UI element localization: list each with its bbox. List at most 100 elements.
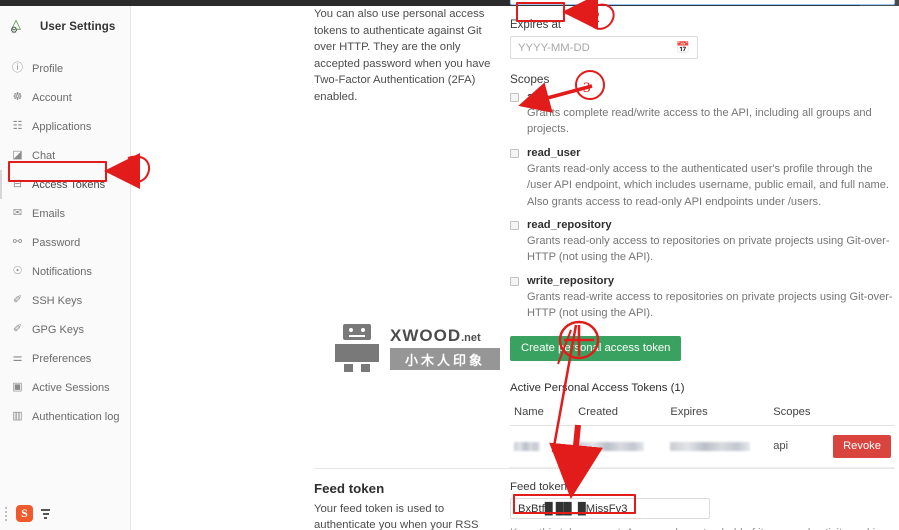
- checkbox-api[interactable]: [510, 93, 519, 102]
- calendar-icon[interactable]: 📅: [676, 41, 690, 54]
- gitlab-logo-icon: △ ⚙: [10, 16, 21, 35]
- scope-name: read_repository: [527, 219, 612, 232]
- feed-token-label: Feed token: [510, 481, 567, 493]
- sidebar-item-label: Preferences: [32, 352, 92, 365]
- sidebar-item-chat[interactable]: ◪ Chat: [0, 141, 130, 170]
- cell-token-name: [510, 425, 575, 468]
- user-circle-icon: ⓘ: [12, 62, 23, 74]
- sidebar-item-access-tokens[interactable]: ⊟ Access Tokens: [0, 170, 130, 199]
- table-row: api Revoke: [510, 425, 895, 468]
- key-card-icon: ⊟: [12, 178, 23, 190]
- lock-icon: ⚯: [12, 236, 23, 248]
- column-header-expires: Expires: [666, 400, 770, 426]
- sidebar-item-gpg-keys[interactable]: ✐ GPG Keys: [0, 315, 130, 344]
- watermark-brand: XWOOD.net: [390, 326, 481, 345]
- sidebar-item-label: Active Sessions: [32, 381, 110, 394]
- menu-icon[interactable]: [41, 508, 50, 519]
- watermark: XWOOD.net 小木人印象: [328, 314, 503, 384]
- chat-bubble-icon: ◪: [12, 149, 23, 161]
- sidebar-item-label: SSH Keys: [32, 294, 83, 307]
- column-header-created: Created: [574, 400, 667, 426]
- active-tokens-table: Name Created Expires Scopes api Revoke: [510, 400, 895, 468]
- redacted-value: [670, 441, 751, 451]
- grid-apps-icon: ☷: [12, 120, 23, 132]
- cell-token-created: [574, 425, 667, 468]
- expires-at-placeholder: YYYY-MM-DD: [518, 41, 590, 54]
- expires-at-input[interactable]: YYYY-MM-DD 📅: [510, 36, 698, 59]
- scope-description: Grants read-only access to the authentic…: [527, 162, 889, 208]
- scope-name: read_user: [527, 146, 581, 159]
- feed-token-note: Keep this token secret. Anyone who gets …: [510, 526, 899, 530]
- sidebar-item-active-sessions[interactable]: ▣ Active Sessions: [0, 373, 130, 402]
- snipaste-s-icon[interactable]: S: [16, 505, 33, 522]
- sidebar: △ ⚙ User Settings ⓘ Profile ☸ Account ☷ A…: [0, 6, 131, 530]
- feed-token-heading: Feed token: [314, 481, 385, 496]
- sidebar-item-label: Profile: [32, 62, 64, 75]
- redacted-value: [578, 441, 645, 451]
- bell-icon: ☉: [12, 265, 23, 277]
- feed-token-column: Feed token BxBtf█ ██_█MissFv3 Keep this …: [510, 481, 899, 530]
- scope-row-api[interactable]: api Grants complete read/write access to…: [510, 91, 895, 138]
- token-name-input[interactable]: 张三: [510, 0, 895, 5]
- drag-handle-icon[interactable]: [4, 505, 8, 522]
- sidebar-item-profile[interactable]: ⓘ Profile: [0, 54, 130, 83]
- sidebar-item-authentication-log[interactable]: ▥ Authentication log: [0, 402, 130, 431]
- sidebar-item-ssh-keys[interactable]: ✐ SSH Keys: [0, 286, 130, 315]
- sidebar-item-emails[interactable]: ✉ Emails: [0, 199, 130, 228]
- scope-row-write-repository[interactable]: write_repository Grants read-write acces…: [510, 275, 895, 322]
- scope-row-read-repository[interactable]: read_repository Grants read-only access …: [510, 219, 895, 266]
- scope-row-read-user[interactable]: read_user Grants read-only access to the…: [510, 147, 895, 210]
- sidebar-item-label: Authentication log: [32, 410, 120, 423]
- redacted-value: [514, 441, 540, 451]
- sidebar-item-applications[interactable]: ☷ Applications: [0, 112, 130, 141]
- book-icon: ▥: [12, 410, 23, 422]
- scope-description: Grants read-write access to repositories…: [527, 290, 893, 320]
- sidebar-header: △ ⚙ User Settings: [0, 6, 130, 52]
- create-personal-access-token-button[interactable]: Create personal access token: [510, 335, 682, 361]
- feed-token-input[interactable]: BxBtf█ ██_█MissFv3: [510, 498, 710, 519]
- revoke-button[interactable]: Revoke: [833, 434, 891, 458]
- expires-at-label: Expires at: [510, 19, 562, 31]
- main-content: You can also use personal access tokens …: [131, 0, 899, 530]
- scope-description: Grants read-only access to repositories …: [527, 235, 890, 264]
- intro-paragraph: You can also use personal access tokens …: [314, 8, 491, 103]
- sidebar-item-label: Access Tokens: [32, 178, 106, 191]
- scope-name: api: [527, 91, 544, 103]
- scope-name: write_repository: [527, 274, 615, 287]
- active-tokens-heading: Active Personal Access Tokens (1): [510, 381, 685, 394]
- sidebar-item-label: GPG Keys: [32, 323, 84, 336]
- cell-token-action: Revoke: [829, 425, 895, 468]
- checkbox-read-repository[interactable]: [510, 221, 519, 231]
- scope-description: Grants complete read/write access to the…: [527, 107, 872, 136]
- sidebar-item-label: Chat: [32, 149, 56, 162]
- sidebar-item-account[interactable]: ☸ Account: [0, 83, 130, 112]
- sidebar-item-label: Emails: [32, 207, 66, 220]
- sidebar-title: User Settings: [40, 21, 116, 33]
- sliders-icon: ⚌: [12, 352, 23, 364]
- capture-toolbar[interactable]: S: [4, 505, 50, 522]
- column-header-actions: [829, 400, 895, 426]
- sidebar-item-password[interactable]: ⚯ Password: [0, 228, 130, 257]
- token-form-column: 张三 Expires at YYYY-MM-DD 📅 Scopes api Gr…: [510, 0, 895, 468]
- sidebar-item-preferences[interactable]: ⚌ Preferences: [0, 344, 130, 373]
- robot-logo-icon: [335, 324, 379, 372]
- account-icon: ☸: [12, 91, 23, 103]
- sidebar-nav: ⓘ Profile ☸ Account ☷ Applications ◪ Cha…: [0, 54, 130, 431]
- watermark-chinese: 小木人印象: [390, 348, 500, 370]
- intro-column: You can also use personal access tokens …: [314, 6, 504, 106]
- monitor-icon: ▣: [12, 381, 23, 393]
- screenshot-root: △ ⚙ User Settings ⓘ Profile ☸ Account ☷ A…: [0, 0, 899, 530]
- sidebar-item-notifications[interactable]: ☉ Notifications: [0, 257, 130, 286]
- sidebar-item-label: Password: [32, 236, 81, 249]
- cell-token-expires: [666, 425, 770, 468]
- checkbox-read-user[interactable]: [510, 148, 519, 158]
- scopes-label: Scopes: [510, 72, 550, 86]
- sidebar-item-label: Account: [32, 91, 72, 104]
- table-header-row: Name Created Expires Scopes: [510, 400, 895, 426]
- checkbox-write-repository[interactable]: [510, 276, 519, 286]
- column-header-name: Name: [510, 400, 575, 426]
- feed-token-paragraph: Your feed token is used to authenticate …: [314, 503, 479, 530]
- envelope-icon: ✉: [12, 207, 23, 219]
- section-divider: [314, 468, 895, 469]
- key-icon: ✐: [12, 323, 23, 335]
